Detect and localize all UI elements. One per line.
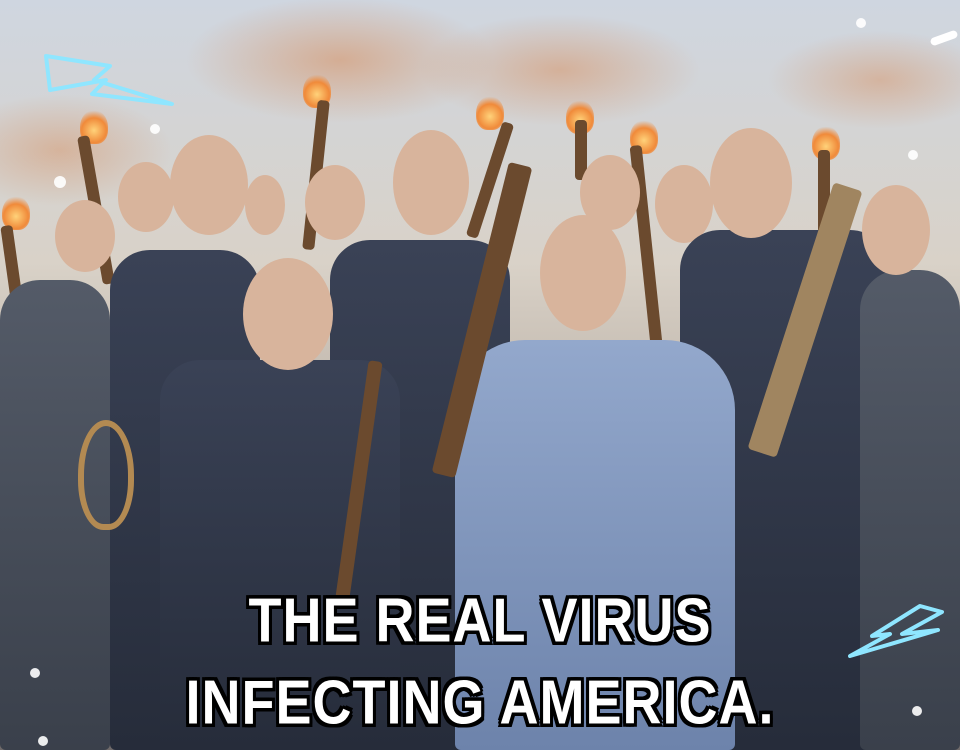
face [55,200,115,272]
face [862,185,930,275]
face [170,135,248,235]
caption-line-2: INFECTING AMERICA. [185,668,775,738]
face [305,165,365,240]
face [655,165,713,243]
sparkle-dot [908,150,918,160]
caption-line-1: THE REAL VIRUS [248,586,712,656]
sparkle-dot [150,124,160,134]
noose-rope [78,420,134,530]
face [540,215,626,331]
face [393,130,469,235]
sparkle-dot [856,18,866,28]
face [243,258,333,370]
face [245,175,285,235]
face [118,162,174,232]
torch-flame [476,96,504,130]
meme-image: THE REAL VIRUS INFECTING AMERICA. [0,0,960,750]
sparkle-dot [54,176,66,188]
lightning-bolt-outline-icon [44,54,174,106]
face [710,128,792,238]
